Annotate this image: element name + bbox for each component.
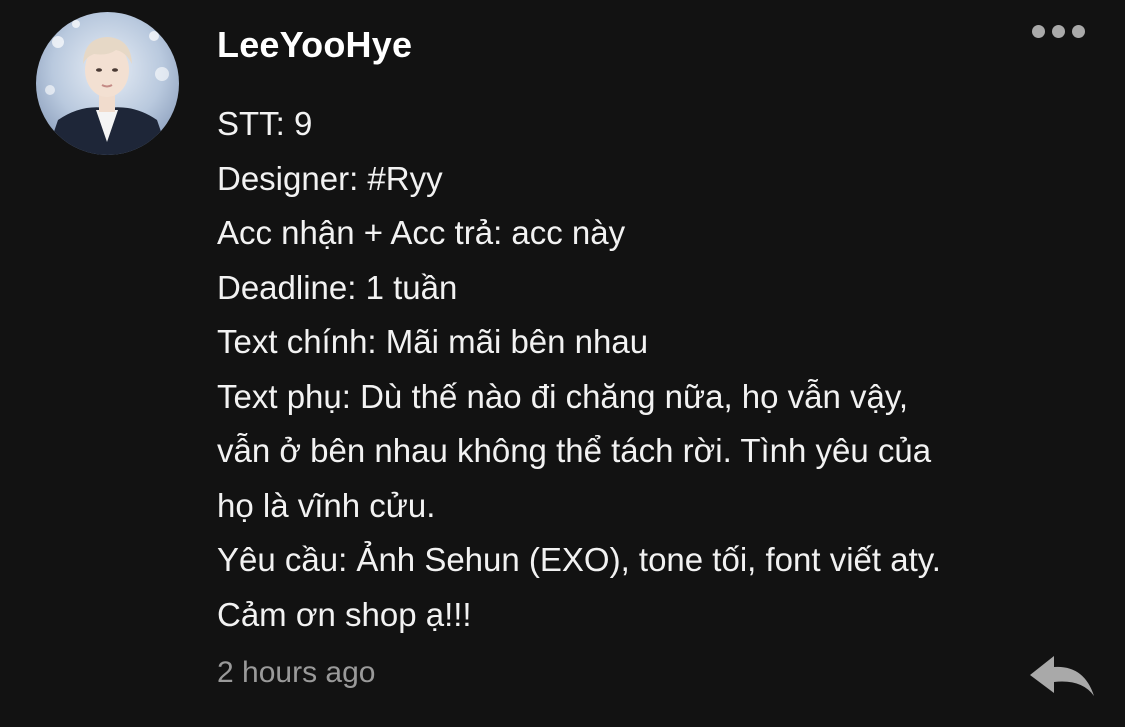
comment-line: vẫn ở bên nhau không thể tách rời. Tình …: [217, 432, 932, 469]
dot: [1052, 25, 1065, 38]
dot: [1072, 25, 1085, 38]
avatar-image: [36, 12, 179, 155]
comment-line: Yêu cầu: Ảnh Sehun (EXO), tone tối, font…: [217, 541, 941, 578]
comment-body: STT: 9 Designer: #Ryy Acc nhận + Acc trả…: [217, 97, 1077, 642]
comment-line: Cảm ơn shop ạ!!!: [217, 595, 472, 633]
more-options-icon[interactable]: [1028, 20, 1096, 44]
timestamp: 2 hours ago: [217, 656, 376, 689]
comment-card: LeeYooHye STT: 9 Designer: #Ryy Acc nhận…: [0, 0, 1125, 727]
comment-line: Acc nhận + Acc trả: acc này: [217, 214, 626, 251]
comment-line: STT: 9: [217, 105, 313, 142]
comment-line: họ là vĩnh cửu.: [217, 486, 436, 524]
dot: [1032, 25, 1045, 38]
comment-line: Designer: #Ryy: [217, 159, 443, 197]
user-avatar[interactable]: [36, 12, 179, 155]
comment-line: Deadline: 1 tuần: [217, 268, 458, 306]
comment-line: Text chính: Mãi mãi bên nhau: [217, 323, 649, 360]
username[interactable]: LeeYooHye: [217, 24, 412, 66]
reply-icon[interactable]: [1026, 652, 1098, 700]
comment-line: Text phụ: Dù thế nào đi chăng nữa, họ vẫ…: [217, 377, 909, 415]
